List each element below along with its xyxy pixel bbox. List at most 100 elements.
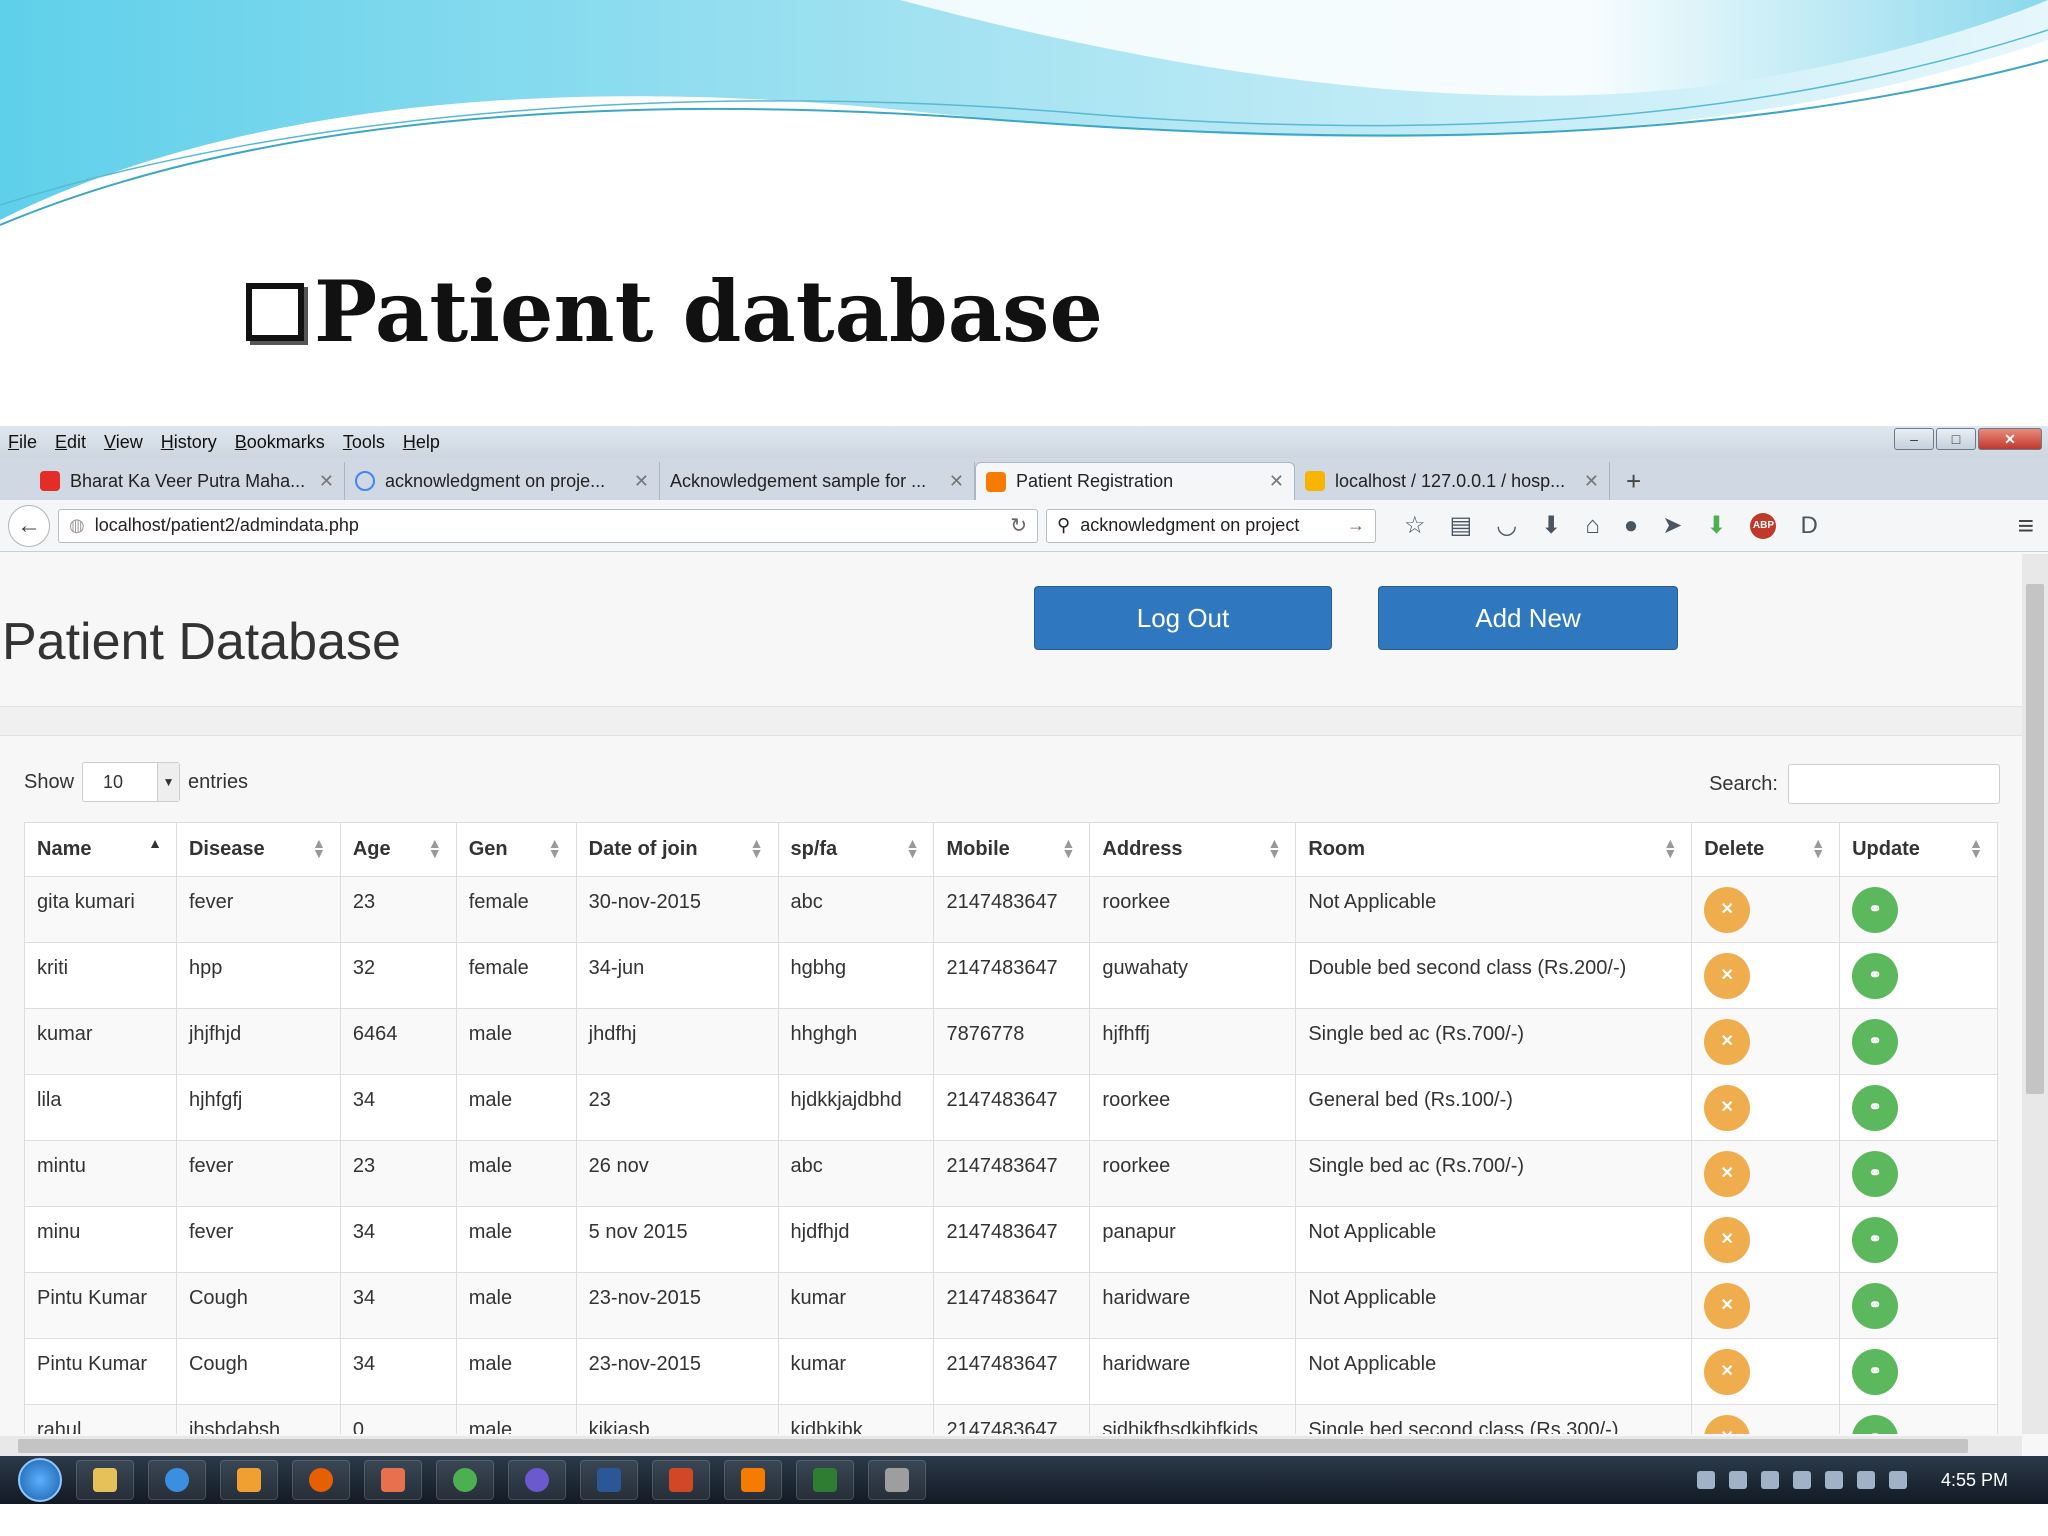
room-cell: General bed (Rs.100/-) <box>1295 1074 1693 1141</box>
bookmark-star-icon[interactable]: ☆ <box>1404 511 1426 540</box>
column-header-age[interactable]: Age ▲ ▼ <box>339 822 457 877</box>
chat-icon[interactable]: ● <box>1624 512 1639 540</box>
tray-icon[interactable] <box>1824 1471 1843 1489</box>
back-button[interactable]: ← <box>8 504 50 547</box>
delete-button[interactable]: ✕ <box>1704 1151 1751 1197</box>
entries-length-control: Show 10 ▼ entries <box>24 762 248 802</box>
age-cell: 34 <box>339 1338 457 1405</box>
close-tab-icon[interactable]: ✕ <box>949 471 964 492</box>
media-player-icon[interactable] <box>220 1460 278 1500</box>
powerpoint-icon[interactable] <box>652 1460 710 1500</box>
close-tab-icon[interactable]: ✕ <box>1269 471 1284 492</box>
vertical-scrollbar[interactable] <box>2022 554 2048 1434</box>
delete-button[interactable]: ✕ <box>1704 1415 1751 1434</box>
delete-button[interactable]: ✕ <box>1704 1019 1751 1065</box>
dreamweaver-icon[interactable] <box>796 1460 854 1500</box>
home-icon[interactable]: ⌂ <box>1585 512 1600 540</box>
update-button[interactable]: ⚭ <box>1852 1217 1899 1263</box>
close-tab-icon[interactable]: ✕ <box>319 471 334 492</box>
menu-bookmarks[interactable]: Bookmarks <box>235 432 325 453</box>
network-icon[interactable] <box>1856 1471 1875 1489</box>
tray-icon[interactable] <box>1760 1471 1779 1489</box>
extension-icon[interactable]: D <box>1800 512 1817 540</box>
menu-view[interactable]: View <box>104 432 143 453</box>
volume-icon[interactable] <box>1888 1471 1907 1489</box>
tab-patient-registration[interactable]: Patient Registration ✕ <box>975 462 1295 500</box>
close-tab-icon[interactable]: ✕ <box>634 471 649 492</box>
url-bar[interactable]: ◍ localhost/patient2/admindata.php ↻ <box>58 508 1038 543</box>
tray-icon[interactable] <box>1728 1471 1747 1489</box>
paint-icon[interactable] <box>364 1460 422 1500</box>
start-button[interactable] <box>18 1458 62 1502</box>
eclipse-icon[interactable] <box>508 1460 566 1500</box>
column-header-disease[interactable]: Disease ▲ ▼ <box>175 822 341 877</box>
update-button[interactable]: ⚭ <box>1852 1019 1899 1065</box>
menu-edit[interactable]: Edit <box>55 432 86 453</box>
column-header-delete[interactable]: Delete ▲ ▼ <box>1691 822 1841 877</box>
tab-google[interactable]: acknowledgment on proje... ✕ <box>345 462 660 500</box>
menu-file[interactable]: File <box>8 432 37 453</box>
update-button[interactable]: ⚭ <box>1852 1349 1899 1395</box>
column-header-gen[interactable]: Gen ▲ ▼ <box>455 822 577 877</box>
delete-button[interactable]: ✕ <box>1704 1283 1751 1329</box>
menu-history[interactable]: History <box>161 432 217 453</box>
sort-asc-icon: ▲ <box>148 835 162 851</box>
close-tab-icon[interactable]: ✕ <box>1584 471 1599 492</box>
logout-button[interactable]: Log Out <box>1034 586 1332 650</box>
word-icon[interactable] <box>580 1460 638 1500</box>
chrome-icon[interactable] <box>436 1460 494 1500</box>
tab-phpmyadmin[interactable]: localhost / 127.0.0.1 / hosp... ✕ <box>1295 462 1610 500</box>
update-button[interactable]: ⚭ <box>1852 1085 1899 1131</box>
update-button[interactable]: ⚭ <box>1852 1415 1899 1434</box>
delete-button[interactable]: ✕ <box>1704 1085 1751 1131</box>
update-button[interactable]: ⚭ <box>1852 887 1899 933</box>
delete-button[interactable]: ✕ <box>1704 1217 1751 1263</box>
reading-list-icon[interactable]: ▤ <box>1450 511 1473 540</box>
search-bar[interactable]: ⚲ acknowledgment on project → <box>1046 508 1376 543</box>
minimize-button[interactable]: – <box>1894 428 1934 450</box>
column-header-name[interactable]: Name ▲ <box>24 822 177 877</box>
clock[interactable]: 4:55 PM <box>1941 1470 2008 1491</box>
column-header-address[interactable]: Address ▲ ▼ <box>1089 822 1297 877</box>
entries-select[interactable]: 10 ▼ <box>82 762 181 802</box>
tab-acknowledgement[interactable]: Acknowledgement sample for ... ✕ <box>660 462 975 500</box>
tab-youtube[interactable]: Bharat Ka Veer Putra Maha... ✕ <box>30 462 345 500</box>
snipping-tool-icon[interactable] <box>868 1460 926 1500</box>
horizontal-scrollbar[interactable] <box>0 1436 2022 1456</box>
column-header-mobile[interactable]: Mobile ▲ ▼ <box>933 822 1091 877</box>
internet-explorer-icon[interactable] <box>148 1460 206 1500</box>
pocket-icon[interactable]: ◡ <box>1496 511 1517 540</box>
firefox-icon[interactable] <box>292 1460 350 1500</box>
delete-button[interactable]: ✕ <box>1704 953 1751 999</box>
go-arrow-icon[interactable]: → <box>1347 515 1365 536</box>
close-window-button[interactable]: ✕ <box>1978 428 2042 450</box>
adblock-icon[interactable]: ABP <box>1750 512 1777 539</box>
tray-icon[interactable] <box>1696 1471 1715 1489</box>
search-input[interactable] <box>1788 764 2000 804</box>
column-header-room[interactable]: Room ▲ ▼ <box>1295 822 1693 877</box>
menu-help[interactable]: Help <box>403 432 440 453</box>
add-new-button[interactable]: Add New <box>1378 586 1678 650</box>
chevron-down-icon: ▼ <box>157 763 180 801</box>
update-button[interactable]: ⚭ <box>1852 953 1899 999</box>
delete-button[interactable]: ✕ <box>1704 887 1751 933</box>
send-icon[interactable]: ➤ <box>1662 511 1682 540</box>
column-header-update[interactable]: Update ▲ ▼ <box>1839 822 1998 877</box>
scrollbar-thumb[interactable] <box>18 1439 1968 1453</box>
delete-button[interactable]: ✕ <box>1704 1349 1751 1395</box>
hamburger-menu-icon[interactable]: ≡ <box>2018 510 2040 542</box>
column-header-date-of-join[interactable]: Date of join ▲ ▼ <box>575 822 779 877</box>
new-tab-button[interactable]: + <box>1610 462 1657 500</box>
tray-icon[interactable] <box>1792 1471 1811 1489</box>
menu-tools[interactable]: Tools <box>343 432 385 453</box>
download-icon[interactable]: ⬇ <box>1541 511 1561 540</box>
xampp-taskbar-icon[interactable] <box>724 1460 782 1500</box>
scrollbar-thumb[interactable] <box>2026 584 2044 1094</box>
column-header-sp-fa[interactable]: sp/fa ▲ ▼ <box>777 822 935 877</box>
download-helper-icon[interactable]: ⬇ <box>1706 511 1726 540</box>
update-button[interactable]: ⚭ <box>1852 1151 1899 1197</box>
update-button[interactable]: ⚭ <box>1852 1283 1899 1329</box>
maximize-button[interactable]: □ <box>1936 428 1976 450</box>
reload-icon[interactable]: ↻ <box>1010 513 1027 538</box>
explorer-icon[interactable] <box>76 1460 134 1500</box>
